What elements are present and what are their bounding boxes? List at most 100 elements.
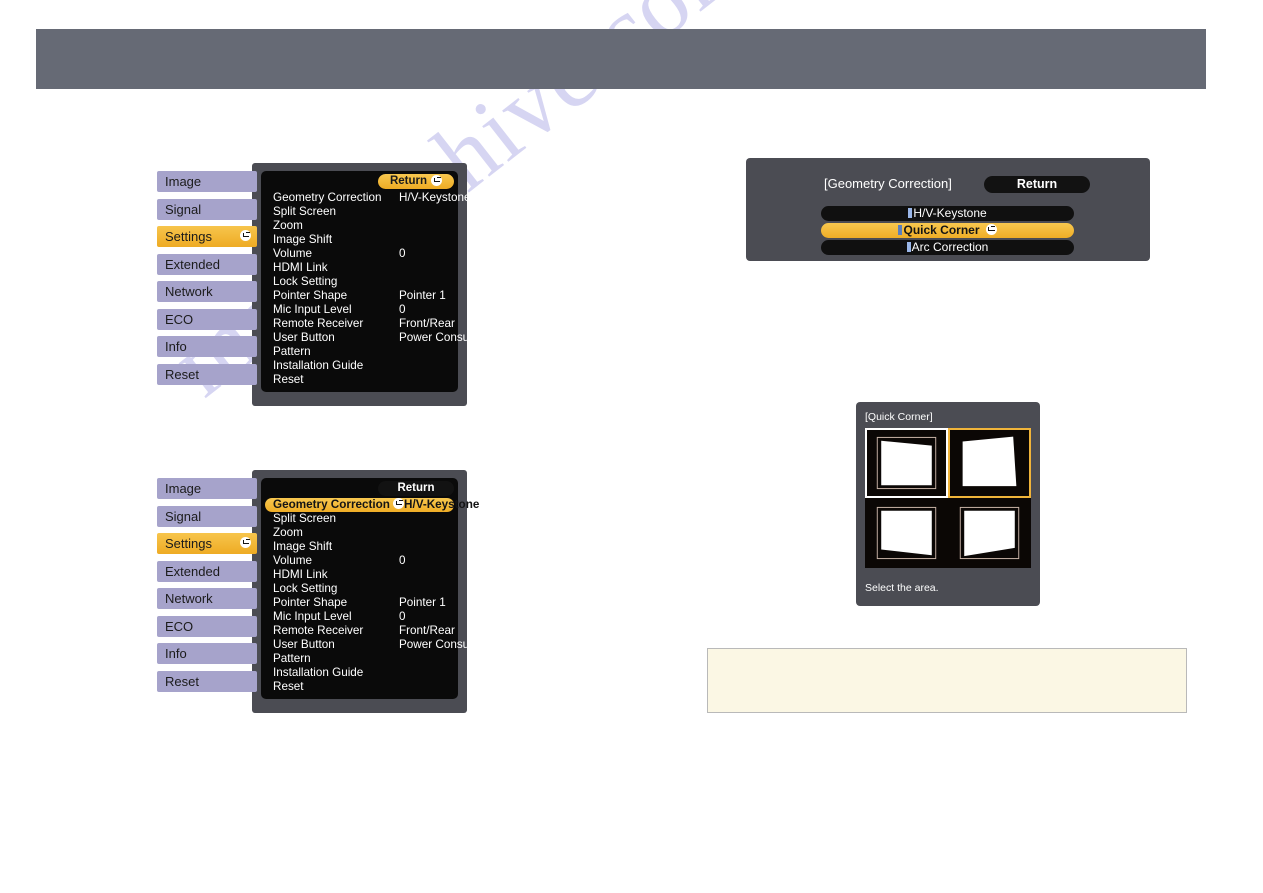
enter-key-icon	[431, 175, 443, 186]
sidebar-item-reset[interactable]: Reset	[157, 670, 257, 692]
menu-row[interactable]: Volume 0	[265, 554, 454, 568]
geometry-option-arc-correction[interactable]: Arc Correction	[821, 240, 1074, 255]
sidebar-item-settings[interactable]: Settings	[157, 533, 257, 554]
menu-row[interactable]: Lock Setting	[265, 275, 454, 289]
geometry-option-h-v-keystone[interactable]: H/V-Keystone	[821, 206, 1074, 221]
sidebar-item-extended[interactable]: Extended	[157, 560, 257, 582]
corner-shape-bottom-right-icon	[959, 506, 1020, 560]
return-label-1: Return	[389, 175, 428, 187]
return-button-1[interactable]: Return	[378, 174, 454, 189]
geometry-option-quick-corner[interactable]: Quick Corner	[821, 223, 1074, 238]
menu-row-label: Zoom	[273, 219, 303, 232]
sidebar-item-image[interactable]: Image	[157, 478, 257, 499]
settings-list-2: Return Geometry Correction H/V-Keystone Sp…	[261, 478, 489, 699]
menu-row-label: Mic Input Level	[273, 610, 352, 623]
sidebar-item-label: Settings	[165, 536, 212, 551]
sidebar-item-label: Reset	[165, 673, 199, 689]
menu-row-label: Remote Receiver	[273, 317, 364, 330]
menu-row[interactable]: Split Screen	[265, 512, 454, 526]
sidebar-item-info[interactable]: Info	[157, 643, 257, 664]
geometry-option-label: Quick Corner	[903, 223, 980, 237]
menu-row[interactable]: Geometry Correction H/V-Keystone	[265, 498, 479, 512]
sidebar-item-label: Info	[165, 339, 187, 354]
menu-row-label: User Button	[273, 331, 335, 344]
geometry-return-button[interactable]: Return	[984, 176, 1090, 193]
menu-row-label: Image Shift	[273, 540, 333, 553]
sidebar-item-label: Extended	[165, 256, 220, 272]
menu-row[interactable]: Mic Input Level 0	[265, 303, 454, 317]
geometry-option-list: H/V-Keystone Quick Corner Arc Correction	[821, 206, 1074, 257]
menu-row[interactable]: Reset	[265, 373, 454, 387]
menu-row[interactable]: Mic Input Level 0	[265, 610, 454, 624]
menu-row[interactable]: Reset	[265, 680, 454, 694]
quick-corner-panel: [Quick Corner] Select the area.	[856, 402, 1040, 606]
menu-row[interactable]: Pointer Shape Pointer 1	[265, 596, 454, 610]
sidebar-item-info[interactable]: Info	[157, 336, 257, 357]
menu-row-value: Front/Rear	[399, 624, 455, 637]
menu-row[interactable]: Geometry Correction H/V-Keystone	[265, 191, 470, 205]
sidebar-item-eco[interactable]: ECO	[157, 615, 257, 637]
menu-row[interactable]: Split Screen	[265, 205, 454, 219]
menu-row[interactable]: Installation Guide	[265, 666, 454, 680]
menu-row-label: User Button	[273, 638, 335, 651]
menu-row[interactable]: Pattern	[265, 652, 454, 666]
quick-corner-cell-top-left[interactable]	[865, 428, 948, 498]
header-band	[36, 29, 1206, 89]
sidebar-item-eco[interactable]: ECO	[157, 308, 257, 330]
option-marker-icon	[906, 242, 911, 252]
menu-row[interactable]: Lock Setting	[265, 582, 454, 596]
menu-row-label: Remote Receiver	[273, 624, 364, 637]
menu-row-label: Lock Setting	[273, 582, 338, 595]
enter-key-icon	[393, 498, 404, 509]
sidebar-item-label: Signal	[165, 508, 202, 524]
corner-shape-bottom-left-icon	[876, 506, 937, 560]
menu-row-value: 0	[399, 554, 406, 567]
geometry-option-label: H/V-Keystone	[913, 206, 987, 220]
menu-row[interactable]: Pattern	[265, 345, 454, 359]
menu-row[interactable]: Remote Receiver Front/Rear	[265, 624, 455, 638]
menu-row[interactable]: User Button Power Consum...	[265, 331, 489, 345]
menu-row-label: Image Shift	[273, 233, 333, 246]
return-row-1: Return	[265, 174, 454, 189]
option-marker-icon	[898, 225, 903, 235]
sidebar-item-reset[interactable]: Reset	[157, 363, 257, 385]
corner-shape-top-left-icon	[876, 436, 937, 490]
return-row-2: Return	[265, 481, 454, 496]
menu-row[interactable]: Installation Guide	[265, 359, 454, 373]
corner-shape-top-right-icon	[950, 430, 1029, 496]
menu-row-label: Zoom	[273, 526, 303, 539]
quick-corner-cell-top-right[interactable]	[948, 428, 1031, 498]
sidebar-item-signal[interactable]: Signal	[157, 505, 257, 527]
menu-row[interactable]: HDMI Link	[265, 261, 454, 275]
menu-row-label: Geometry Correction	[273, 191, 382, 204]
menu-row[interactable]: User Button Power Consum...	[265, 638, 489, 652]
sidebar-item-signal[interactable]: Signal	[157, 198, 257, 220]
sidebar-item-label: Signal	[165, 201, 202, 217]
sidebar-item-image[interactable]: Image	[157, 171, 257, 192]
menu-row[interactable]: Volume 0	[265, 247, 454, 261]
geometry-correction-dialog: [Geometry Correction] Return H/V-Keyston…	[746, 158, 1150, 261]
return-label-2: Return	[397, 482, 435, 494]
sidebar-item-extended[interactable]: Extended	[157, 253, 257, 275]
menu-row[interactable]: Image Shift	[265, 540, 454, 554]
sidebar-item-network[interactable]: Network	[157, 588, 257, 609]
menu-row[interactable]: Zoom	[265, 526, 454, 540]
menu-row-label: Lock Setting	[273, 275, 338, 288]
sidebar-item-network[interactable]: Network	[157, 281, 257, 302]
geometry-dialog-title: [Geometry Correction]	[824, 176, 952, 191]
quick-corner-cell-bottom-right[interactable]	[948, 498, 1031, 568]
sidebar-item-label: Image	[165, 481, 202, 496]
menu-row[interactable]: HDMI Link	[265, 568, 454, 582]
geometry-option-label: Arc Correction	[911, 240, 989, 254]
menu-row[interactable]: Zoom	[265, 219, 454, 233]
quick-corner-title: [Quick Corner]	[865, 411, 933, 423]
menu-row-value: Pointer 1	[399, 289, 446, 302]
menu-row[interactable]: Remote Receiver Front/Rear	[265, 317, 455, 331]
menu-row[interactable]: Image Shift	[265, 233, 454, 247]
settings-list-1: Return Geometry Correction H/V-Keystone Sp…	[261, 171, 489, 392]
sidebar-item-settings[interactable]: Settings	[157, 226, 257, 247]
menu-row[interactable]: Pointer Shape Pointer 1	[265, 289, 454, 303]
quick-corner-cell-bottom-left[interactable]	[865, 498, 948, 568]
menu-row-value: Power Consum...	[399, 638, 489, 651]
return-button-2[interactable]: Return	[378, 481, 454, 496]
